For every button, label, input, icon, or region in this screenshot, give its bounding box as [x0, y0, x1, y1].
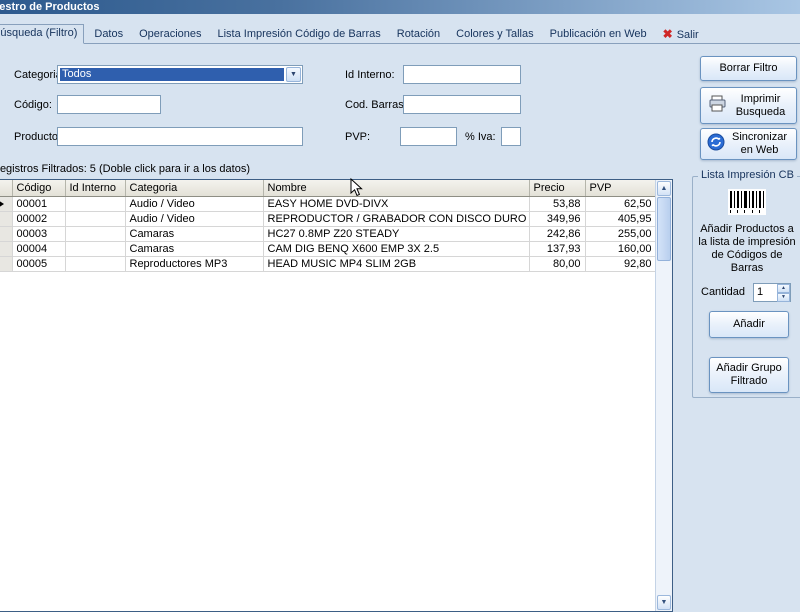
tab-operaciones[interactable]: Operaciones [133, 26, 207, 43]
table-row[interactable]: 00004 Camaras CAM DIG BENQ X600 EMP 3X 2… [0, 241, 657, 257]
cantidad-label: Cantidad [701, 286, 746, 298]
id-interno-input[interactable] [403, 65, 521, 84]
panel-description: Añadir Productos a la lista de impresión… [698, 223, 796, 274]
tab-publicacion-web[interactable]: Publicación en Web [544, 26, 653, 43]
column-header-precio[interactable]: Precio [529, 180, 586, 197]
imprimir-busqueda-button[interactable]: Imprimir Busqueda [700, 87, 797, 124]
cod-barras-input[interactable] [403, 95, 521, 114]
printer-icon [708, 95, 728, 117]
column-header-id-interno[interactable]: Id Interno [65, 180, 126, 197]
column-header-pvp[interactable]: PVP [585, 180, 657, 197]
current-row-marker [0, 196, 13, 212]
codigo-label: Código: [14, 99, 52, 111]
codigo-input[interactable] [57, 95, 161, 114]
tab-colores-tallas[interactable]: Colores y Tallas [450, 26, 539, 43]
pvp-input[interactable] [400, 127, 457, 146]
scrollbar-thumb[interactable] [657, 197, 671, 261]
vertical-scrollbar[interactable]: ▲ ▼ [655, 180, 672, 611]
lista-impresion-cb-panel: Lista Impresión CB Añadir Productos a la… [692, 169, 800, 398]
chevron-down-icon[interactable]: ▼ [286, 67, 301, 82]
iva-label: % Iva: [465, 131, 496, 143]
tab-salir[interactable]: ✖ Salir [657, 26, 705, 43]
column-header-categoria[interactable]: Categoria [125, 180, 264, 197]
tab-busqueda-filtro[interactable]: Búsqueda (Filtro) [0, 24, 85, 44]
cod-barras-label: Cod. Barras: [345, 99, 407, 111]
sync-web-icon [707, 133, 725, 155]
tab-bar: Búsqueda (Filtro) Datos Operaciones List… [0, 24, 800, 44]
categoria-selected-value: Todos [60, 68, 284, 81]
producto-label: Producto: [14, 131, 62, 143]
pvp-label: PVP: [345, 131, 371, 143]
row-indicator-header [0, 180, 13, 197]
anadir-grupo-filtrado-button[interactable]: Añadir Grupo Filtrado [709, 357, 789, 393]
scroll-down-icon[interactable]: ▼ [657, 595, 671, 610]
red-x-icon: ✖ [662, 27, 673, 41]
barcode-icon [728, 189, 766, 218]
producto-input[interactable] [57, 127, 303, 146]
tab-datos[interactable]: Datos [88, 26, 129, 43]
column-header-nombre[interactable]: Nombre [263, 180, 530, 197]
anadir-button[interactable]: Añadir [709, 311, 789, 338]
window-title: Maestro de Productos [0, 1, 100, 13]
id-interno-label: Id Interno: [345, 69, 395, 81]
tab-lista-impresion-cb[interactable]: Lista Impresión Código de Barras [212, 26, 387, 43]
cantidad-stepper[interactable]: 1 ▲ ▼ [753, 283, 791, 302]
sincronizar-web-button[interactable]: Sincronizar en Web [700, 128, 797, 160]
scroll-up-icon[interactable]: ▲ [657, 181, 671, 196]
borrar-filtro-button[interactable]: Borrar Filtro [700, 56, 797, 81]
filtered-records-summary: Registros Filtrados: 5 (Doble click para… [0, 163, 250, 175]
header-row: Código Id Interno Categoria Nombre Preci… [0, 180, 657, 197]
results-grid: Código Id Interno Categoria Nombre Preci… [0, 179, 673, 612]
tab-rotacion[interactable]: Rotación [391, 26, 446, 43]
table-row[interactable]: 00005 Reproductores MP3 HEAD MUSIC MP4 S… [0, 256, 657, 272]
iva-input[interactable] [501, 127, 521, 146]
title-bar: Maestro de Productos [0, 0, 800, 14]
categoria-select[interactable]: Todos ▼ [57, 65, 303, 84]
table-row[interactable]: 00002 Audio / Video REPRODUCTOR / GRABAD… [0, 211, 657, 227]
spin-up-icon[interactable]: ▲ [777, 284, 790, 293]
table-row[interactable]: 00003 Camaras HC27 0.8MP Z20 STEADY 242,… [0, 226, 657, 242]
cantidad-value: 1 [757, 286, 764, 298]
table-row[interactable]: 00001 Audio / Video EASY HOME DVD-DIVX 5… [0, 196, 657, 212]
spin-down-icon[interactable]: ▼ [777, 293, 790, 302]
panel-title: Lista Impresión CB [698, 169, 797, 181]
column-header-codigo[interactable]: Código [12, 180, 66, 197]
mouse-cursor [350, 177, 364, 201]
